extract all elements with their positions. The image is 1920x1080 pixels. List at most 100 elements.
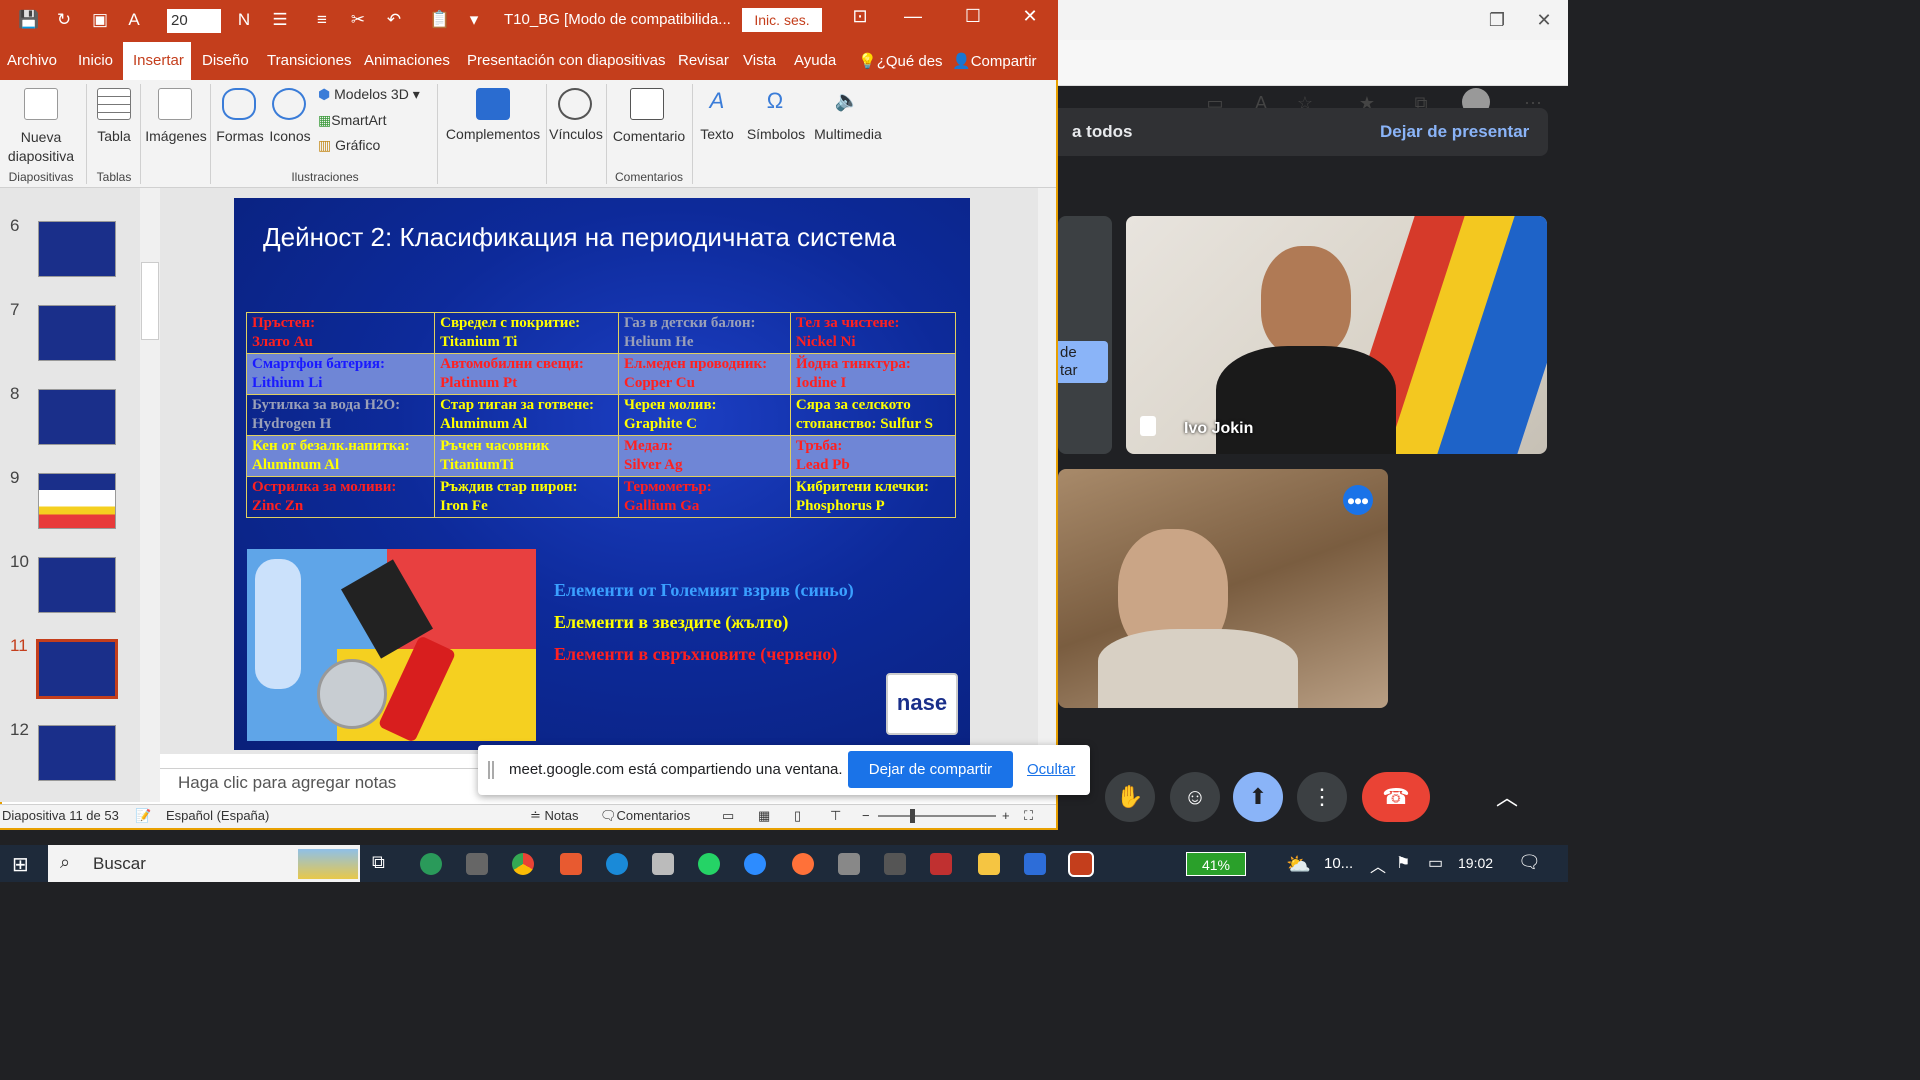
customize-qat-icon[interactable]: ▾ [462,8,486,32]
table-cell[interactable]: Автомобилни свещи: Platinum Pt [434,353,619,395]
multimedia-button[interactable]: Multimedia [810,126,886,142]
signin-button[interactable]: Inic. ses. [742,8,822,32]
objects-photo[interactable] [247,549,536,741]
restore-icon[interactable]: ❐ [1483,6,1511,34]
slide-scrollbar[interactable] [1038,188,1056,748]
table-cell[interactable]: Медал: Silver Ag [618,435,791,477]
participant-tile-woman[interactable]: ⦁⦁⦁ [1058,469,1388,708]
normal-view-icon[interactable]: ▭ [722,808,734,824]
new-slide-button[interactable]: Nueva diapositiva [0,128,82,166]
edge-icon[interactable] [606,853,628,875]
chrome-icon[interactable] [512,853,534,875]
emoji-button[interactable]: ☺ [1170,772,1220,822]
slide-thumbnail[interactable] [38,557,116,613]
more-options-button[interactable]: ⋮ [1297,772,1347,822]
images-button[interactable]: Imágenes [144,128,208,144]
app-icon[interactable] [560,853,582,875]
tab-transiciones[interactable]: Transiciones [267,52,351,69]
align-icon[interactable]: ≡ [310,8,334,32]
tab-insertar[interactable]: Insertar [133,52,184,69]
chevron-up-icon[interactable]: ︿ [1496,780,1518,812]
table-cell[interactable]: Острилка за моливи: Zinc Zn [245,476,436,518]
paste-icon[interactable]: 📋 [428,8,452,32]
chart-button[interactable]: ▥ Gráfico [318,137,380,154]
icons-button[interactable]: Iconos [266,128,314,144]
close-icon[interactable]: ✕ [1015,6,1045,27]
notes-placeholder[interactable]: Haga clic para agregar notas [178,773,396,793]
legend-supernovae[interactable]: Елементи в свръхновите (червено) [554,644,837,665]
slide-thumbnail[interactable] [38,305,116,361]
weather-icon[interactable]: ⛅ [1286,852,1311,877]
table-cell[interactable]: Сяра за селското стопанство: Sulfur S [789,394,957,436]
elements-table[interactable]: Пръстен: Злато Au Свредел с покритие: Titan… [245,312,957,518]
comments-toggle[interactable]: 🗨Comentarios [600,808,690,824]
tab-archivo[interactable]: Archivo [7,52,57,69]
tell-me-search[interactable]: 💡¿Qué des [858,52,943,70]
zoom-slider[interactable] [878,815,996,817]
table-button[interactable]: Tabla [92,128,136,144]
language-status[interactable]: Español (España) [166,808,269,823]
table-icon[interactable] [97,88,131,120]
table-cell[interactable]: Ръчен часовник TitaniumTi [434,435,619,477]
notification-app-icon[interactable]: ⚑ [1396,853,1410,873]
scrollbar-thumb[interactable] [141,262,159,340]
windows-start-icon[interactable]: ⊞ [12,852,29,877]
legend-big-bang[interactable]: Елементи от Големият взрив (синьо) [554,580,854,601]
table-cell[interactable]: Газ в детски балон: Helium He [618,312,791,354]
minimize-icon[interactable]: — [898,6,928,27]
zoom-slider-thumb[interactable] [910,809,915,823]
addins-button[interactable]: Complementos [442,126,544,142]
share-button[interactable]: 👤Compartir [952,52,1037,70]
whatsapp-icon[interactable] [698,853,720,875]
stop-sharing-button[interactable]: Dejar de compartir [848,751,1013,788]
font-size-input[interactable]: 20 [167,9,221,33]
app-icon[interactable] [838,853,860,875]
bold-icon[interactable]: N [232,8,256,32]
icons-icon[interactable] [272,88,306,120]
bullets-icon[interactable]: ☰ [268,8,292,32]
spellcheck-icon[interactable]: 📝 [135,808,151,824]
app-icon[interactable] [1024,853,1046,875]
tab-animaciones[interactable]: Animaciones [364,52,450,69]
addins-icon[interactable] [476,88,510,120]
present-icon[interactable]: ▣ [88,8,112,32]
save-icon[interactable]: 💾 [17,8,41,32]
table-cell[interactable]: Термометър: Gallium Ga [618,476,791,518]
new-slide-icon[interactable] [24,88,58,120]
network-icon[interactable]: ▭ [1428,853,1443,873]
models3d-button[interactable]: ⬢ Modelos 3D ▾ [318,86,420,103]
links-button[interactable]: Vínculos [548,126,604,142]
table-cell[interactable]: Йодна тинктура: Iodine I [789,353,957,395]
stop-presenting-button[interactable]: Dejar de presentar [1380,122,1529,142]
powerpoint-icon[interactable] [1068,851,1094,877]
clock[interactable]: 19:02 [1458,855,1493,871]
file-explorer-icon[interactable] [978,853,1000,875]
app-icon[interactable] [652,853,674,875]
task-view-icon[interactable]: ⧉ [372,852,385,873]
hide-banner-link[interactable]: Ocultar [1027,761,1075,778]
app-icon[interactable] [420,853,442,875]
tab-presentacion[interactable]: Presentación con diapositivas [467,52,665,69]
table-cell[interactable]: Пръстен: Злато Au [245,312,436,354]
omega-icon[interactable]: Ω [758,88,792,114]
shapes-button[interactable]: Formas [214,128,266,144]
table-cell[interactable]: Бутилка за вода H2O: Hydrogen H [245,394,436,436]
cut-icon[interactable]: ✂ [346,8,370,32]
table-cell[interactable]: Тел за чистене: Nickel Ni [789,312,957,354]
font-color-icon[interactable]: A [122,8,146,32]
table-cell[interactable]: Кен от безалк.напитка: Aluminum Al [245,435,436,477]
raise-hand-button[interactable]: ✋ [1105,772,1155,822]
slideshow-view-icon[interactable]: ⊤ [830,808,841,824]
slide-title[interactable]: Дейност 2: Класификация на периодичната … [263,222,896,253]
table-cell[interactable]: Смартфон батерия: Lithium Li [245,353,436,395]
table-cell[interactable]: Стар тиган за готвене: Aluminum Al [434,394,619,436]
present-now-button[interactable]: ⬆ [1233,772,1283,822]
links-icon[interactable] [558,88,592,120]
comment-button[interactable]: Comentario [608,128,690,144]
reading-view-icon[interactable]: ▯ [794,808,801,824]
participant-tile-ivo[interactable] [1126,216,1547,454]
images-icon[interactable] [158,88,192,120]
speaker-icon[interactable]: 🔈 [830,88,864,113]
zoom-out-icon[interactable]: − [862,808,870,823]
text-button[interactable]: Texto [698,126,736,142]
